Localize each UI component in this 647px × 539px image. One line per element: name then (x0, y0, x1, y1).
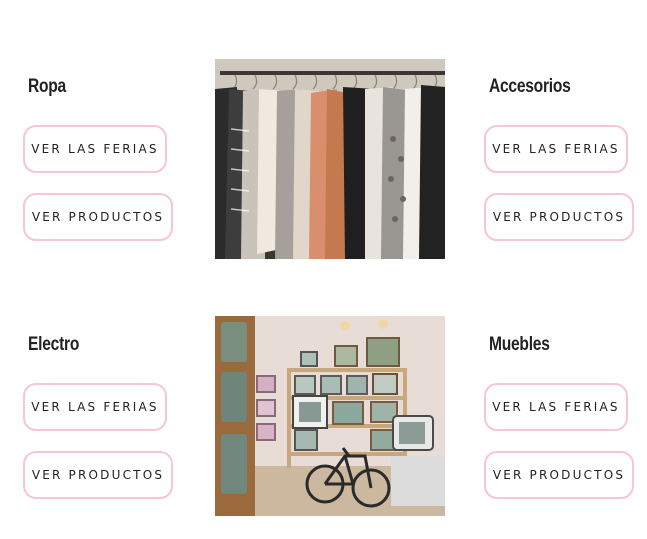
category-title-ropa: Ropa (28, 76, 66, 97)
accesorios-ver-productos-button[interactable]: VER PRODUCTOS (484, 193, 634, 241)
electro-ver-productos-button[interactable]: VER PRODUCTOS (23, 451, 173, 499)
ropa-ver-productos-button[interactable]: VER PRODUCTOS (23, 193, 173, 241)
category-title-electro: Electro (28, 334, 80, 355)
accesorios-ver-ferias-button[interactable]: VER LAS FERIAS (484, 125, 628, 173)
category-title-accesorios: Accesorios (489, 76, 571, 97)
ropa-ver-ferias-button[interactable]: VER LAS FERIAS (23, 125, 167, 173)
clothing-rack-photo (215, 59, 445, 259)
vintage-tv-store-photo (215, 316, 445, 516)
category-title-muebles: Muebles (489, 334, 550, 355)
muebles-ver-ferias-button[interactable]: VER LAS FERIAS (484, 383, 628, 431)
electro-ver-ferias-button[interactable]: VER LAS FERIAS (23, 383, 167, 431)
muebles-ver-productos-button[interactable]: VER PRODUCTOS (484, 451, 634, 499)
